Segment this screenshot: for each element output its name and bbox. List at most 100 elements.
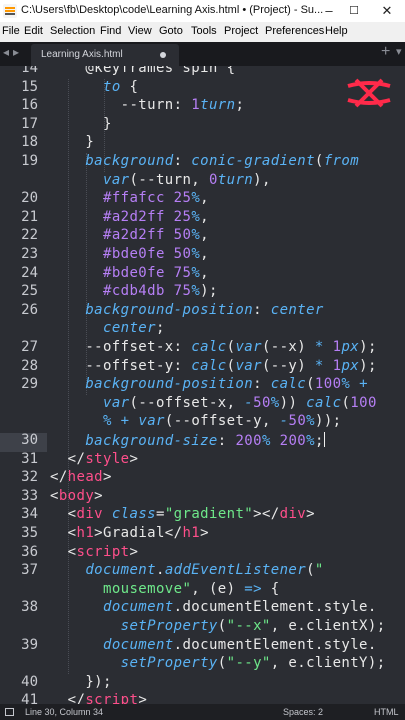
code-line[interactable]: </head> xyxy=(50,469,112,485)
indentation-setting[interactable]: Spaces: 2 xyxy=(283,707,323,717)
code-token: document xyxy=(102,636,174,653)
code-token: script xyxy=(76,543,130,560)
code-line[interactable]: #a2d2ff 50%, xyxy=(50,227,209,243)
code-token: #a2d2ff xyxy=(102,208,165,225)
code-token: . xyxy=(155,562,165,579)
menu-tools[interactable]: Tools xyxy=(191,25,217,37)
code-editor[interactable]: 14 @keyframes spin {15 to {16 --turn: 1t… xyxy=(0,66,405,704)
code-line[interactable]: var(--turn, 0turn), xyxy=(50,172,271,188)
cursor-position[interactable]: Line 30, Column 34 xyxy=(25,707,103,717)
menu-help[interactable]: Help xyxy=(325,25,348,37)
tab-scroll-right-icon[interactable]: ▸ xyxy=(13,45,19,59)
menu-edit[interactable]: Edit xyxy=(24,25,43,37)
code-token: > xyxy=(306,506,315,523)
unsaved-dot-icon[interactable] xyxy=(160,52,166,58)
code-line[interactable]: #cdb4db 75%); xyxy=(50,283,218,299)
new-tab-icon[interactable]: + xyxy=(381,43,390,61)
tab-overflow-icon[interactable]: ▾ xyxy=(396,45,402,58)
code-token: to xyxy=(102,78,121,95)
code-token: )); xyxy=(315,413,342,430)
code-token: > xyxy=(138,692,148,704)
code-token: 50 xyxy=(173,227,192,244)
code-token: ); xyxy=(359,339,377,355)
code-token: < xyxy=(50,525,77,541)
code-token: > xyxy=(129,450,139,467)
code-token: #a2d2ff xyxy=(102,227,165,244)
menu-project[interactable]: Project xyxy=(224,25,258,37)
code-token: #bde0fe xyxy=(102,264,165,281)
code-token: calc xyxy=(270,376,307,393)
code-line[interactable]: to { xyxy=(50,79,138,95)
code-line[interactable]: <body> xyxy=(50,488,103,504)
code-token: 75 xyxy=(173,283,192,300)
code-token: % xyxy=(191,283,201,300)
minimize-button[interactable]: – xyxy=(315,0,343,22)
code-line[interactable]: </script> xyxy=(50,692,147,704)
code-token: ( xyxy=(217,618,227,634)
code-line[interactable]: setProperty("--x", e.clientX); xyxy=(50,618,386,634)
code-line[interactable]: background-size: 200% 200%; xyxy=(50,432,325,449)
code-line[interactable]: #bde0fe 75%, xyxy=(50,265,209,281)
menu-file[interactable]: File xyxy=(2,25,20,37)
close-button[interactable]: ✕ xyxy=(373,0,401,22)
code-token: 25 xyxy=(173,190,192,207)
title-bar: C:\Users\fb\Desktop\code\Learning Axis.h… xyxy=(0,0,405,22)
window-title: C:\Users\fb\Desktop\code\Learning Axis.h… xyxy=(21,4,324,16)
code-line[interactable]: #ffafcc 25%, xyxy=(50,190,209,206)
code-line[interactable]: --offset-x: calc(var(--x) * 1px); xyxy=(50,339,377,355)
code-line[interactable]: #bde0fe 50%, xyxy=(50,246,209,262)
code-line[interactable]: background-position: calc(100% + xyxy=(50,376,368,392)
code-line[interactable]: }); xyxy=(50,674,112,690)
menu-view[interactable]: View xyxy=(128,25,152,37)
menu-goto[interactable]: Goto xyxy=(159,25,183,37)
code-line[interactable]: <h1>Gradial</h1> xyxy=(50,525,209,541)
code-token: script xyxy=(85,692,139,704)
menu-selection[interactable]: Selection xyxy=(50,25,95,37)
code-line[interactable]: var(--offset-x, -50%)) calc(100 xyxy=(50,395,377,411)
syntax-mode[interactable]: HTML xyxy=(374,707,399,717)
code-token: @keyframes spin { xyxy=(50,66,236,76)
menu-find[interactable]: Find xyxy=(100,25,121,37)
code-token: h1 xyxy=(76,525,95,541)
code-line[interactable]: </style> xyxy=(50,451,138,467)
line-number: 29 xyxy=(21,376,38,393)
code-token: from xyxy=(323,153,360,169)
code-line[interactable]: --turn: 1turn; xyxy=(50,97,244,113)
maximize-button[interactable]: ☐ xyxy=(340,0,368,22)
line-number: 34 xyxy=(21,506,38,523)
tab-scroll-left-icon[interactable]: ◂ xyxy=(3,45,9,59)
code-line[interactable]: #a2d2ff 25%, xyxy=(50,209,209,225)
code-line[interactable]: background: conic-gradient(from xyxy=(50,153,359,169)
code-line[interactable]: } xyxy=(50,116,112,132)
code-line[interactable]: <script> xyxy=(50,544,138,560)
code-line[interactable]: setProperty("--y", e.clientY); xyxy=(50,655,386,671)
code-token: center xyxy=(270,301,324,318)
code-line[interactable]: background-position: center xyxy=(50,302,324,318)
code-line[interactable]: center; xyxy=(50,320,165,336)
code-token: % xyxy=(191,264,201,281)
code-line[interactable]: % + var(--offset-y, -50%)); xyxy=(50,413,342,429)
learning-axis-logo xyxy=(347,78,391,108)
code-line[interactable]: <div class="gradient"></div> xyxy=(50,506,315,522)
code-line[interactable]: --offset-y: calc(var(--y) * 1px); xyxy=(50,358,377,374)
code-line[interactable]: document.addEventListener(" xyxy=(50,562,324,578)
status-bar: Line 30, Column 34 Spaces: 2 HTML xyxy=(0,704,405,720)
code-line[interactable]: mousemove", (e) => { xyxy=(50,581,280,597)
tab-learning-axis[interactable]: Learning Axis.html xyxy=(31,44,179,66)
code-token: * xyxy=(314,357,324,374)
code-token: + xyxy=(359,376,368,393)
code-token: --turn: xyxy=(50,97,192,114)
code-line[interactable]: document.documentElement.style. xyxy=(50,599,377,615)
menu-preferences[interactable]: Preferences xyxy=(265,25,324,37)
code-line[interactable]: } xyxy=(50,134,94,150)
code-line[interactable]: @keyframes spin { xyxy=(50,66,235,76)
panel-toggle-icon[interactable] xyxy=(5,708,14,716)
code-token: 50 xyxy=(253,394,271,411)
code-line[interactable]: document.documentElement.style. xyxy=(50,637,377,653)
